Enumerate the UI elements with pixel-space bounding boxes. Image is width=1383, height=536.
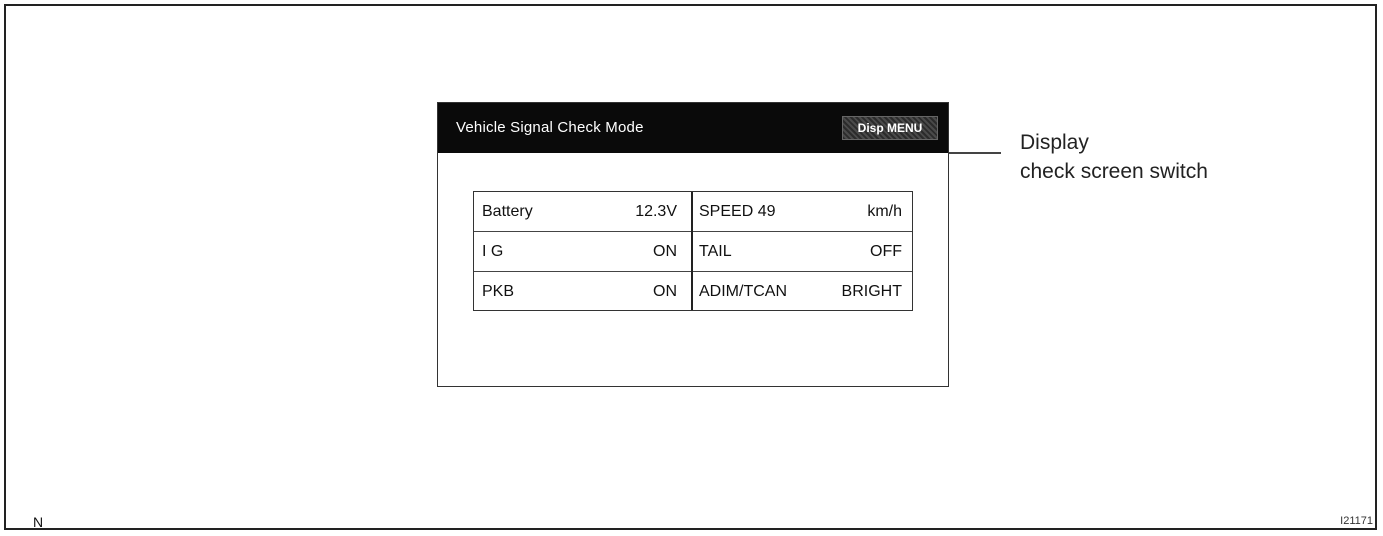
- signal-column-right: SPEED 49 km/h TAIL OFF ADIM/TCAN BRIGHT: [693, 192, 912, 310]
- signal-row-battery: Battery 12.3V: [474, 192, 691, 232]
- signal-label: Battery: [482, 203, 533, 220]
- signal-check-screen: Vehicle Signal Check Mode Disp MENU Batt…: [437, 102, 949, 387]
- signal-label: PKB: [482, 283, 515, 300]
- signal-value: BRIGHT: [841, 283, 902, 300]
- signal-value: km/h: [867, 203, 902, 220]
- signal-column-left: Battery 12.3V I G ON PKB ON: [474, 192, 693, 310]
- signal-label: I G: [482, 243, 504, 260]
- signal-row-ig: I G ON: [474, 232, 691, 272]
- callout-label: Display check screen switch: [1020, 128, 1208, 186]
- callout-line-1: Display: [1020, 131, 1089, 154]
- signal-value: OFF: [870, 243, 902, 260]
- signal-row-speed: SPEED 49 km/h: [693, 192, 912, 232]
- signal-row-tail: TAIL OFF: [693, 232, 912, 272]
- callout-line-2: check screen switch: [1020, 160, 1208, 183]
- signal-label: SPEED 49: [699, 203, 776, 220]
- signal-value: ON: [653, 243, 677, 260]
- signal-value: 12.3V: [635, 203, 677, 220]
- signal-row-adim-tcan: ADIM/TCAN BRIGHT: [693, 272, 912, 311]
- callout-leader-line: [949, 152, 1001, 154]
- figure-id: I21171: [1340, 515, 1373, 527]
- signal-label: TAIL: [699, 243, 732, 260]
- title-bar: Vehicle Signal Check Mode Disp MENU: [438, 103, 948, 153]
- disp-menu-button[interactable]: Disp MENU: [842, 116, 938, 140]
- signal-value: ON: [653, 283, 677, 300]
- signal-table: Battery 12.3V I G ON PKB ON SPEED 49 km/…: [473, 191, 913, 311]
- signal-row-pkb: PKB ON: [474, 272, 691, 311]
- screen-title: Vehicle Signal Check Mode: [456, 119, 644, 136]
- signal-label: ADIM/TCAN: [699, 283, 787, 300]
- corner-marker-left: N: [33, 514, 44, 530]
